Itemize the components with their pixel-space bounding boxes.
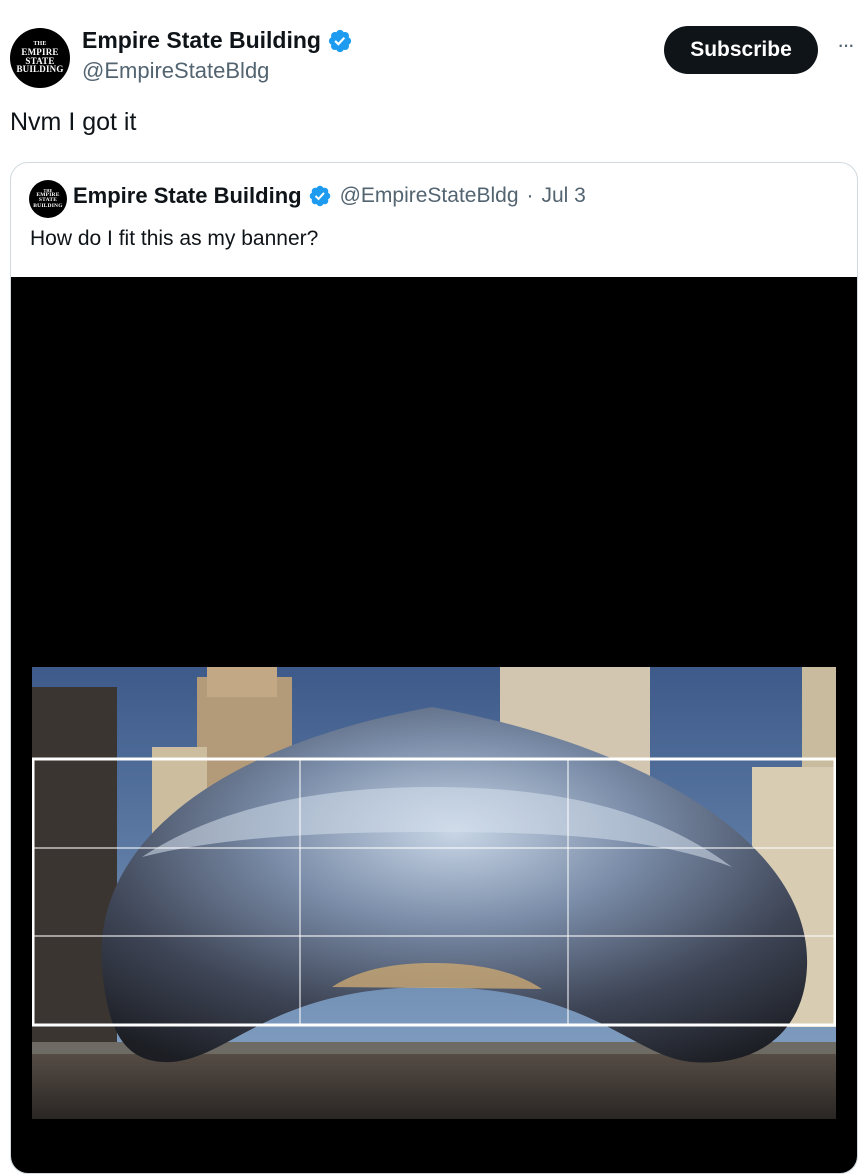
author-name[interactable]: Empire State Building (82, 27, 321, 54)
quoted-tweet-card[interactable]: THE EMPIRE STATE BUILDING Empire State B… (10, 162, 858, 1174)
quoted-tweet-media[interactable] (11, 277, 857, 1173)
quoted-tweet-date: Jul 3 (541, 184, 586, 207)
verified-badge-icon (328, 29, 352, 52)
quoted-tweet-text: How do I fit this as my banner? (30, 227, 319, 250)
quoted-author-handle: @EmpireStateBldg (339, 184, 519, 207)
quoted-verified-badge-icon (309, 185, 330, 207)
quoted-avatar-text-building: BUILDING (33, 202, 63, 209)
author-handle[interactable]: @EmpireStateBldg (82, 58, 269, 84)
author-avatar[interactable]: THE EMPIRE STATE BUILDING (10, 28, 70, 88)
quoted-author-avatar: THE EMPIRE STATE BUILDING (29, 180, 67, 218)
tweet-text: Nvm I got it (10, 108, 137, 136)
subscribe-button[interactable]: Subscribe (664, 26, 818, 74)
author-name-row[interactable]: Empire State Building (82, 27, 353, 54)
cloud-gate-photo (32, 667, 836, 1119)
quoted-tweet-header: Empire State Building @EmpireStateBldg ·… (73, 183, 586, 209)
meta-separator: · (526, 184, 534, 207)
more-horizontal-icon[interactable]: ··· (830, 30, 860, 60)
avatar-text-building: BUILDING (16, 64, 64, 75)
quoted-author-name: Empire State Building (73, 183, 302, 208)
